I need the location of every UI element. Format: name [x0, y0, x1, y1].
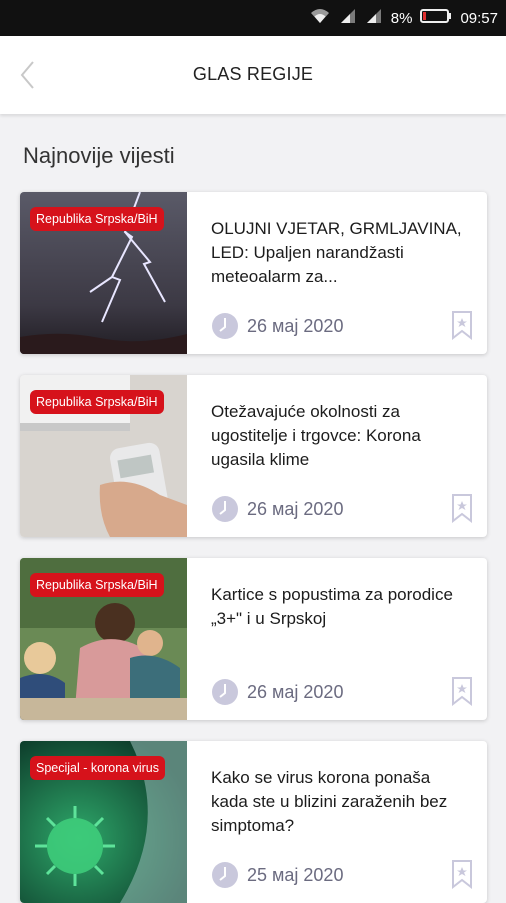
signal-icon: [339, 7, 357, 29]
status-bar: 8% 09:57: [0, 0, 506, 36]
bookmark-icon[interactable]: [451, 859, 473, 889]
bookmark-icon[interactable]: [451, 676, 473, 706]
section-title: Najnovije vijesti: [23, 143, 175, 168]
battery-percent: 8%: [390, 9, 413, 27]
category-badge: Specijal - korona virus: [30, 756, 165, 780]
app-bar: GLAS REGIJE: [0, 36, 506, 114]
signal-icon: [365, 7, 383, 29]
article-card[interactable]: Specijal - korona virus Kako se virus ko…: [20, 741, 487, 903]
article-card[interactable]: Republika Srpska/BiH OLUJNI VJETAR, GRML…: [20, 192, 487, 354]
article-date: 25 мај 2020: [211, 861, 343, 889]
category-badge: Republika Srpska/BiH: [30, 573, 164, 597]
battery-icon: [420, 8, 452, 28]
page-title: GLAS REGIJE: [192, 64, 314, 84]
article-title: Otežavajuće okolnosti za ugostitelje i t…: [211, 402, 421, 469]
clock-icon: [212, 313, 238, 339]
date-text: 26 мај 2020: [247, 681, 344, 702]
category-badge: Republika Srpska/BiH: [30, 390, 164, 414]
bookmark-icon[interactable]: [451, 310, 473, 340]
article-card[interactable]: Republika Srpska/BiH Otežavajuće okolnos…: [20, 375, 487, 537]
article-thumbnail: Republika Srpska/BiH: [20, 375, 187, 537]
article-title: OLUJNI VJETAR, GRMLJAVINA, LED: Upaljen …: [211, 219, 462, 286]
article-date: 26 мај 2020: [211, 495, 343, 523]
wifi-icon: [309, 7, 331, 29]
date-text: 26 мај 2020: [247, 498, 344, 519]
clock-time: 09:57: [460, 9, 498, 27]
article-title: Kako se virus korona ponaša kada ste u b…: [211, 768, 448, 835]
date-text: 26 мај 2020: [247, 315, 344, 336]
article-card[interactable]: Republika Srpska/BiH Kartice s popustima…: [20, 558, 487, 720]
clock-icon: [212, 862, 238, 888]
clock-icon: [212, 496, 238, 522]
article-thumbnail: Republika Srpska/BiH: [20, 558, 187, 720]
article-title: Kartice s popustima za porodice „3+" i u…: [211, 585, 453, 628]
article-date: 26 мај 2020: [211, 678, 343, 706]
date-text: 25 мај 2020: [247, 864, 344, 885]
clock-icon: [212, 679, 238, 705]
article-thumbnail: Specijal - korona virus: [20, 741, 187, 903]
article-thumbnail: Republika Srpska/BiH: [20, 192, 187, 354]
bookmark-icon[interactable]: [451, 493, 473, 523]
article-date: 26 мај 2020: [211, 312, 343, 340]
category-badge: Republika Srpska/BiH: [30, 207, 164, 231]
